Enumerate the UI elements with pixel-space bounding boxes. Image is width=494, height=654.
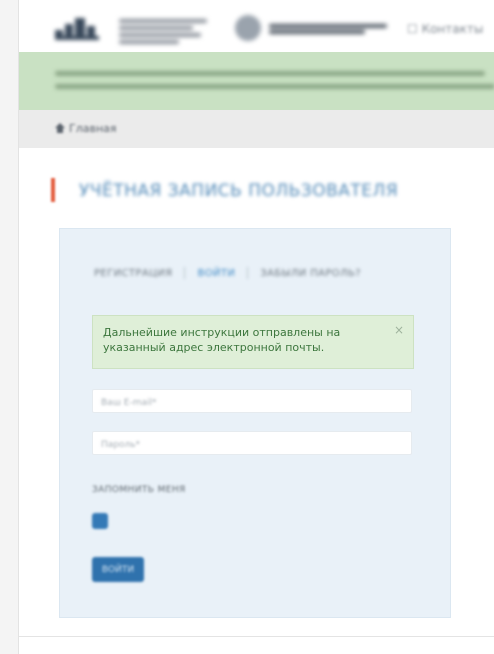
- home-icon[interactable]: [55, 123, 65, 133]
- breadcrumb: Главная: [19, 110, 494, 148]
- tab-register[interactable]: РЕГИСТРАЦИЯ: [94, 268, 172, 279]
- tab-login[interactable]: ВОЙТИ: [197, 268, 235, 279]
- email-input[interactable]: [93, 392, 411, 414]
- breadcrumb-home-link[interactable]: Главная: [69, 122, 117, 135]
- tab-divider: [247, 267, 249, 279]
- success-alert: Дальнейшие инструкции отправлены на указ…: [92, 315, 414, 369]
- close-icon[interactable]: ×: [394, 323, 404, 338]
- organization-name-text: [119, 16, 211, 44]
- email-field[interactable]: [92, 389, 412, 414]
- notice-banner: [19, 52, 494, 110]
- password-input[interactable]: [93, 434, 411, 456]
- tab-divider: [184, 267, 186, 279]
- tab-forgot-password[interactable]: ЗАБЫЛИ ПАРОЛЬ?: [260, 268, 361, 279]
- alert-message: Дальнейшие инструкции отправлены на указ…: [103, 326, 341, 354]
- title-accent: [51, 178, 55, 202]
- state-emblem-icon: [235, 15, 261, 41]
- remember-me-checkbox[interactable]: [92, 513, 108, 529]
- browser-page: ☐ Контакты Главная УЧЁТНАЯ ЗАПИСЬ ПОЛЬЗО…: [18, 0, 494, 654]
- password-field[interactable]: [92, 431, 412, 456]
- remember-me-label: ЗАПОМНИТЬ МЕНЯ: [92, 485, 186, 495]
- site-header: ☐ Контакты: [19, 0, 494, 54]
- emblem-caption: [269, 22, 389, 36]
- auth-panel: РЕГИСТРАЦИЯ ВОЙТИ ЗАБЫЛИ ПАРОЛЬ? Дальнейши…: [59, 228, 451, 618]
- organization-logo-icon[interactable]: [55, 18, 107, 40]
- auth-tabs: РЕГИСТРАЦИЯ ВОЙТИ ЗАБЫЛИ ПАРОЛЬ?: [94, 267, 361, 287]
- page-divider: [19, 636, 494, 637]
- login-button[interactable]: ВОЙТИ: [92, 557, 144, 582]
- page-title: УЧЁТНАЯ ЗАПИСЬ ПОЛЬЗОВАТЕЛЯ: [79, 181, 399, 201]
- contacts-link[interactable]: ☐ Контакты: [407, 22, 483, 36]
